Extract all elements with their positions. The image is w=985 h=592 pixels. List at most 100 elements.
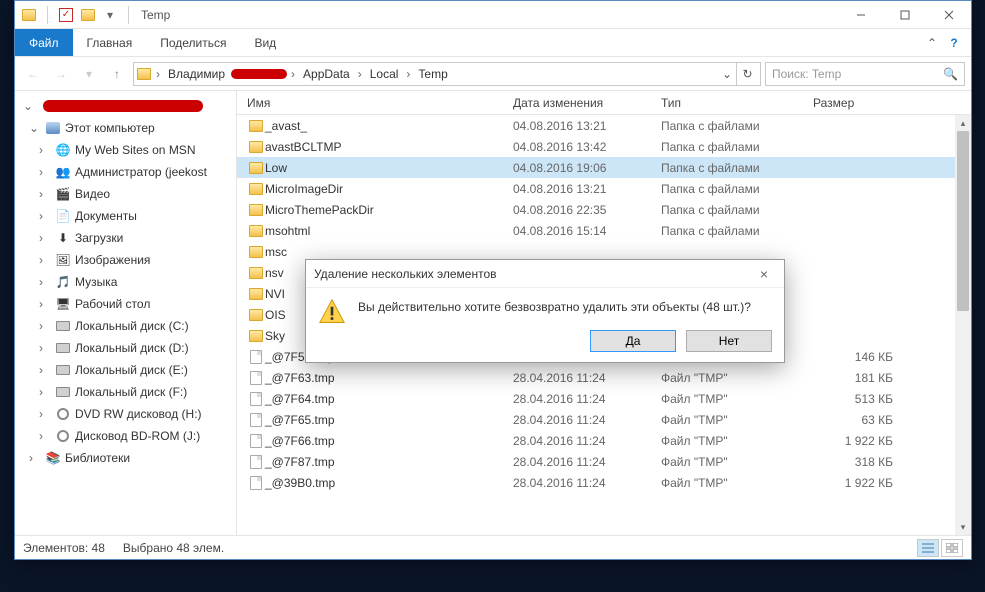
sidebar-item[interactable]: ›🎵Музыка	[15, 271, 236, 293]
sidebar-item[interactable]: ›Локальный диск (E:)	[15, 359, 236, 381]
sidebar-item[interactable]: ›⬇Загрузки	[15, 227, 236, 249]
sidebar-redacted-item[interactable]: ⌄	[15, 95, 236, 117]
col-name[interactable]: Имя	[247, 96, 513, 110]
file-icon	[247, 413, 265, 427]
scrollbar[interactable]: ▴ ▾	[955, 115, 971, 535]
table-row[interactable]: Low04.08.2016 19:06Папка с файлами	[237, 157, 971, 178]
scroll-down-icon[interactable]: ▾	[955, 519, 971, 535]
table-row[interactable]: _@7F64.tmp28.04.2016 11:24Файл "TMP"513 …	[237, 388, 971, 409]
table-row[interactable]: _@39B0.tmp28.04.2016 11:24Файл "TMP"1 92…	[237, 472, 971, 493]
folder-icon	[247, 183, 265, 195]
ribbon-tabs: Файл Главная Поделиться Вид ⌃ ?	[15, 29, 971, 57]
dialog-close-button[interactable]: ×	[752, 266, 776, 282]
sidebar-item[interactable]: ›🎬Видео	[15, 183, 236, 205]
view-large-button[interactable]	[941, 539, 963, 557]
sidebar-item[interactable]: ›👥Администратор (jeekost	[15, 161, 236, 183]
folder-app-icon	[21, 7, 37, 23]
ribbon-collapse-icon[interactable]: ⌃	[921, 36, 943, 50]
sidebar-this-pc[interactable]: ⌄Этот компьютер	[15, 117, 236, 139]
nav-up-button[interactable]: ↑	[105, 62, 129, 86]
tab-file[interactable]: Файл	[15, 29, 73, 56]
column-header[interactable]: Имя Дата изменения Тип Размер	[237, 91, 971, 115]
table-row[interactable]: _@7F66.tmp28.04.2016 11:24Файл "TMP"1 92…	[237, 430, 971, 451]
folder-icon	[247, 309, 265, 321]
folder-icon	[247, 141, 265, 153]
sidebar-item[interactable]: ›Локальный диск (D:)	[15, 337, 236, 359]
file-icon	[247, 392, 265, 406]
search-input[interactable]: Поиск: Temp 🔍	[765, 62, 965, 86]
table-row[interactable]: _@7F65.tmp28.04.2016 11:24Файл "TMP"63 К…	[237, 409, 971, 430]
sidebar-item[interactable]: ›🖼Изображения	[15, 249, 236, 271]
breadcrumb-seg[interactable]: Temp	[414, 67, 451, 81]
col-date[interactable]: Дата изменения	[513, 96, 661, 110]
search-icon: 🔍	[943, 67, 958, 81]
breadcrumb-seg[interactable]: Local	[366, 67, 403, 81]
close-button[interactable]	[927, 1, 971, 29]
folder-icon	[247, 330, 265, 342]
folder-icon	[247, 225, 265, 237]
sidebar-item[interactable]: ›Дисковод BD-ROM (J:)	[15, 425, 236, 447]
table-row[interactable]: MicroThemePackDir04.08.2016 22:35Папка с…	[237, 199, 971, 220]
folder-icon	[247, 288, 265, 300]
table-row[interactable]: avastBCLTMP04.08.2016 13:42Папка с файла…	[237, 136, 971, 157]
sidebar-item[interactable]: ›📄Документы	[15, 205, 236, 227]
refresh-button[interactable]: ↻	[736, 63, 758, 85]
delete-confirmation-dialog: Удаление нескольких элементов × Вы дейст…	[305, 259, 785, 363]
sidebar-libraries[interactable]: ›📚Библиотеки	[15, 447, 236, 469]
table-row[interactable]: _@7F63.tmp28.04.2016 11:24Файл "TMP"181 …	[237, 367, 971, 388]
folder-icon	[247, 204, 265, 216]
minimize-button[interactable]	[839, 1, 883, 29]
scrollbar-thumb[interactable]	[957, 131, 969, 311]
file-icon	[247, 434, 265, 448]
status-selected: Выбрано 48 элем.	[123, 541, 224, 555]
file-icon	[247, 371, 265, 385]
sidebar-item[interactable]: ›Локальный диск (C:)	[15, 315, 236, 337]
search-placeholder: Поиск: Temp	[772, 67, 841, 81]
breadcrumb-seg[interactable]: AppData	[299, 67, 354, 81]
titlebar: ✓ ▾ Temp	[15, 1, 971, 29]
maximize-button[interactable]	[883, 1, 927, 29]
dialog-yes-button[interactable]: Да	[590, 330, 676, 352]
table-row[interactable]: msohtml04.08.2016 15:14Папка с файлами	[237, 220, 971, 241]
col-size[interactable]: Размер	[813, 96, 893, 110]
nav-forward-button[interactable]: →	[49, 62, 73, 86]
status-count: Элементов: 48	[23, 541, 105, 555]
help-icon[interactable]: ?	[943, 36, 965, 50]
table-row[interactable]: _avast_04.08.2016 13:21Папка с файлами	[237, 115, 971, 136]
folder-icon	[247, 267, 265, 279]
file-icon	[247, 350, 265, 364]
sidebar-item[interactable]: ›🖥Рабочий стол	[15, 293, 236, 315]
explorer-window: ✓ ▾ Temp Файл Главная Поделиться Вид ⌃ ?…	[14, 0, 972, 560]
address-bar[interactable]: › Владимир › AppData › Local › Temp ⌄ ↻	[133, 62, 761, 86]
nav-back-button[interactable]: ←	[21, 62, 45, 86]
folder-icon	[247, 246, 265, 258]
view-details-button[interactable]	[917, 539, 939, 557]
dialog-message: Вы действительно хотите безвозвратно уда…	[358, 298, 751, 314]
table-row[interactable]: MicroImageDir04.08.2016 13:21Папка с фай…	[237, 178, 971, 199]
address-folder-icon	[137, 68, 151, 80]
tab-view[interactable]: Вид	[240, 29, 290, 56]
breadcrumb-seg[interactable]: Владимир	[164, 67, 229, 81]
tab-home[interactable]: Главная	[73, 29, 147, 56]
col-type[interactable]: Тип	[661, 96, 813, 110]
qat-newfolder-icon[interactable]	[80, 7, 96, 23]
nav-recent-dropdown[interactable]: ▾	[77, 62, 101, 86]
address-bar-row: ← → ▾ ↑ › Владимир › AppData › Local › T…	[15, 57, 971, 91]
scroll-up-icon[interactable]: ▴	[955, 115, 971, 131]
redacted-segment	[231, 69, 287, 79]
sidebar-item[interactable]: ›DVD RW дисковод (H:)	[15, 403, 236, 425]
qat-properties-icon[interactable]: ✓	[58, 7, 74, 23]
dialog-title: Удаление нескольких элементов	[314, 267, 497, 281]
address-dropdown-icon[interactable]: ⌄	[718, 67, 736, 81]
sidebar-item[interactable]: ›Локальный диск (F:)	[15, 381, 236, 403]
file-icon	[247, 476, 265, 490]
dialog-no-button[interactable]: Нет	[686, 330, 772, 352]
folder-icon	[247, 120, 265, 132]
folder-icon	[247, 162, 265, 174]
warning-icon	[318, 298, 346, 326]
table-row[interactable]: _@7F87.tmp28.04.2016 11:24Файл "TMP"318 …	[237, 451, 971, 472]
qat-dropdown-icon[interactable]: ▾	[102, 7, 118, 23]
sidebar-item[interactable]: ›🌐My Web Sites on MSN	[15, 139, 236, 161]
status-bar: Элементов: 48 Выбрано 48 элем.	[15, 535, 971, 559]
tab-share[interactable]: Поделиться	[146, 29, 240, 56]
